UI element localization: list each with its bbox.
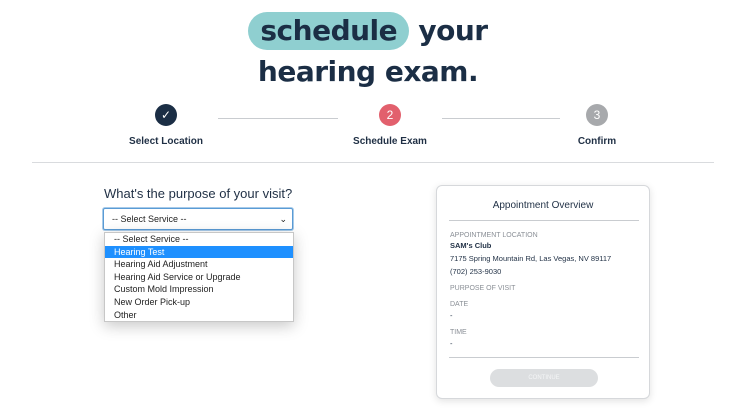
hero-line-1: schedule your	[0, 8, 736, 54]
step-label: Confirm	[577, 136, 617, 147]
service-select[interactable]: -- Select Service -- ⌄	[103, 208, 293, 230]
step-label: Select Location	[129, 136, 203, 147]
chevron-down-icon: ⌄	[279, 214, 287, 224]
card-divider	[449, 220, 639, 221]
purpose-label: PURPOSE OF VISIT	[450, 285, 516, 292]
date-label: DATE	[450, 301, 469, 308]
dropdown-option[interactable]: -- Select Service --	[105, 233, 293, 246]
hero-line-1-rest: your	[409, 14, 488, 47]
card-divider	[449, 357, 639, 358]
step-connector	[218, 118, 338, 119]
location-address: 7175 Spring Mountain Rd, Las Vegas, NV 8…	[450, 254, 612, 263]
time-value: -	[450, 339, 453, 348]
service-select-value: -- Select Service --	[112, 214, 187, 224]
purpose-question: What's the purpose of your visit?	[104, 186, 293, 201]
card-title: Appointment Overview	[492, 200, 594, 211]
location-phone: (702) 253-9030	[450, 267, 502, 276]
continue-button[interactable]: CONTINUE	[490, 369, 598, 387]
hero-highlight: schedule	[248, 12, 410, 50]
location-label: APPOINTMENT LOCATION	[450, 232, 538, 239]
dropdown-option[interactable]: Hearing Aid Adjustment	[105, 258, 293, 271]
location-name: SAM's Club	[450, 241, 492, 250]
hero-line-2: hearing exam.	[257, 55, 479, 88]
date-value: -	[450, 311, 453, 320]
dropdown-option[interactable]: New Order Pick-up	[105, 296, 293, 309]
step-select-location[interactable]: ✓ Select Location	[106, 104, 226, 147]
checkmark-icon: ✓	[155, 104, 177, 126]
dropdown-option[interactable]: Hearing Aid Service or Upgrade	[105, 271, 293, 284]
appointment-overview-card: Appointment Overview APPOINTMENT LOCATIO…	[436, 185, 650, 399]
time-label: TIME	[450, 329, 467, 336]
step-confirm: 3 Confirm	[537, 104, 657, 147]
hero-heading: schedule your hearing exam.	[0, 8, 736, 90]
dropdown-option-highlighted[interactable]: Hearing Test	[105, 245, 293, 259]
dropdown-option[interactable]: Other	[105, 309, 293, 322]
step-number: 2	[379, 104, 401, 126]
step-label: Schedule Exam	[353, 136, 427, 147]
service-dropdown-list[interactable]: -- Select Service -- Hearing Test Hearin…	[104, 232, 294, 323]
dropdown-option[interactable]: Custom Mold Impression	[105, 283, 293, 296]
step-schedule-exam: 2 Schedule Exam	[330, 104, 450, 147]
step-number: 3	[586, 104, 608, 126]
section-divider	[32, 162, 714, 163]
